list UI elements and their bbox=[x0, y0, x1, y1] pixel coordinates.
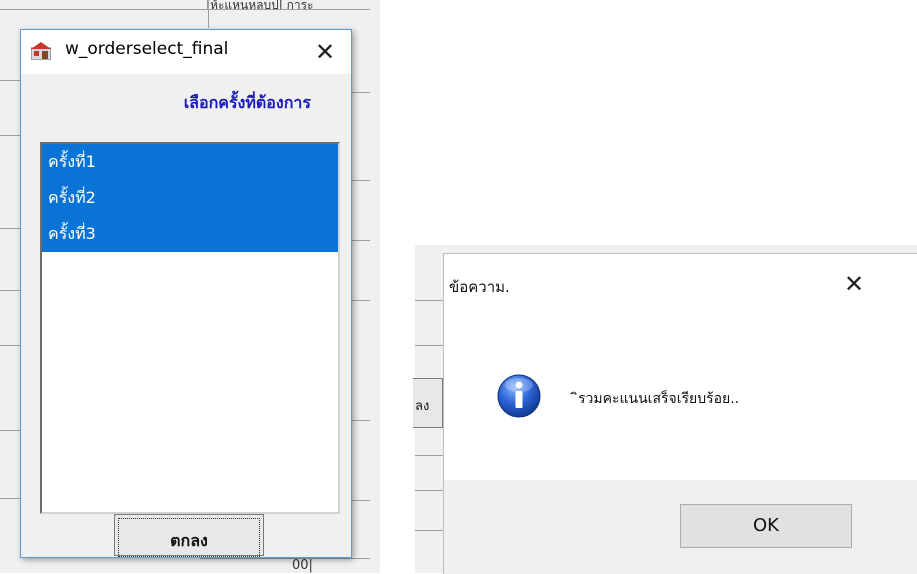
close-icon[interactable]: ✕ bbox=[836, 269, 872, 299]
focus-rectangle bbox=[118, 518, 260, 557]
list-item[interactable]: ครั้งที่3 bbox=[42, 216, 338, 252]
close-icon[interactable]: ✕ bbox=[305, 35, 345, 69]
order-listbox[interactable]: ครั้งที่1 ครั้งที่2 ครั้งที่3 bbox=[40, 142, 340, 514]
dialog-titlebar[interactable]: w_orderselect_final ✕ bbox=[21, 30, 351, 74]
message-body: ข้อความ. ✕ ิรวมคะแนนเสร็จเรียบร้อย.. bbox=[444, 254, 917, 480]
app-window-icon bbox=[30, 42, 52, 61]
selection-heading: เลือกครั้งที่ต้องการ bbox=[183, 93, 311, 112]
list-item[interactable]: ครั้งที่2 bbox=[42, 180, 338, 216]
message-text: ิรวมคะแนนเสร็จเรียบร้อย.. bbox=[578, 391, 740, 407]
ok-button[interactable]: ตกลง bbox=[114, 514, 264, 557]
dialog-title: w_orderselect_final bbox=[65, 39, 229, 59]
ok-button[interactable]: OK bbox=[680, 504, 852, 548]
message-dialog: ข้อความ. ✕ ิรวมคะแนนเสร็จเรียบร้อย.. OK bbox=[443, 253, 917, 574]
background-button-fragment[interactable]: ลง bbox=[413, 378, 443, 428]
background-button-label: ลง bbox=[415, 399, 430, 414]
dialog-title: ข้อความ. bbox=[449, 278, 510, 296]
information-icon bbox=[496, 373, 542, 419]
list-item[interactable]: ครั้งที่1 bbox=[42, 144, 338, 180]
order-select-dialog: w_orderselect_final ✕ เลือกครั้งที่ต้องก… bbox=[20, 29, 352, 558]
background-bottom-fragment: 00| bbox=[292, 558, 313, 573]
